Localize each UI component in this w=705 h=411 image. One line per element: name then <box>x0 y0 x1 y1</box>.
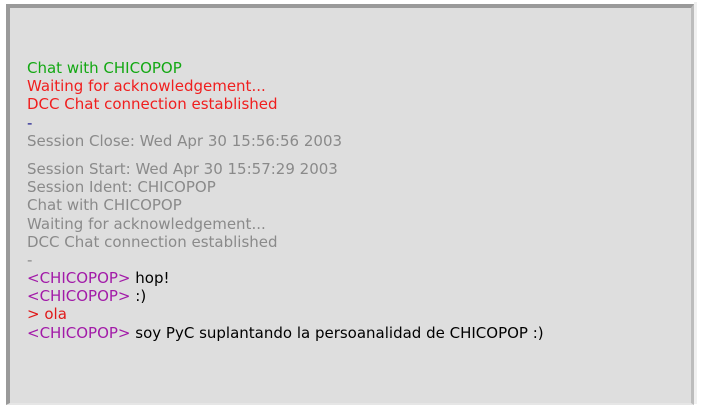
waiting-line: Waiting for acknowledgement... <box>27 214 266 233</box>
connection-established-line: DCC Chat connection established <box>27 232 278 251</box>
message-text: ola <box>39 305 67 324</box>
message-self-prompt: > <box>27 305 40 324</box>
message-text: hop! <box>130 269 170 288</box>
message-nick: <CHICOPOP> <box>27 287 131 306</box>
chat-message: <CHICOPOP> soy PyC suplantando la persoa… <box>27 324 544 342</box>
message-nick: <CHICOPOP> <box>27 269 131 288</box>
waiting-line: Waiting for acknowledgement... <box>27 77 266 96</box>
window-edge <box>694 2 697 404</box>
session-close-line: Session Close: Wed Apr 30 15:56:56 2003 <box>27 131 343 150</box>
session-ident-line: Session Ident: CHICOPOP <box>27 178 216 197</box>
chat-log[interactable]: Chat with CHICOPOP Waiting for acknowled… <box>27 59 544 342</box>
message-text: soy PyC suplantando la persoanalidad de … <box>130 323 544 342</box>
chat-message: <CHICOPOP> hop! <box>27 269 544 287</box>
chat-message: > ola <box>27 305 544 323</box>
chat-message: <CHICOPOP> :) <box>27 287 544 305</box>
chat-with-line: Chat with CHICOPOP <box>27 196 182 215</box>
session-start-line: Session Start: Wed Apr 30 15:57:29 2003 <box>27 159 338 178</box>
message-nick: <CHICOPOP> <box>27 323 131 342</box>
message-text: :) <box>130 287 147 306</box>
connection-established-line: DCC Chat connection established <box>27 95 278 114</box>
separator-line: - <box>27 250 33 269</box>
separator-line: - <box>27 113 33 132</box>
chat-with-line: Chat with CHICOPOP <box>27 59 182 77</box>
